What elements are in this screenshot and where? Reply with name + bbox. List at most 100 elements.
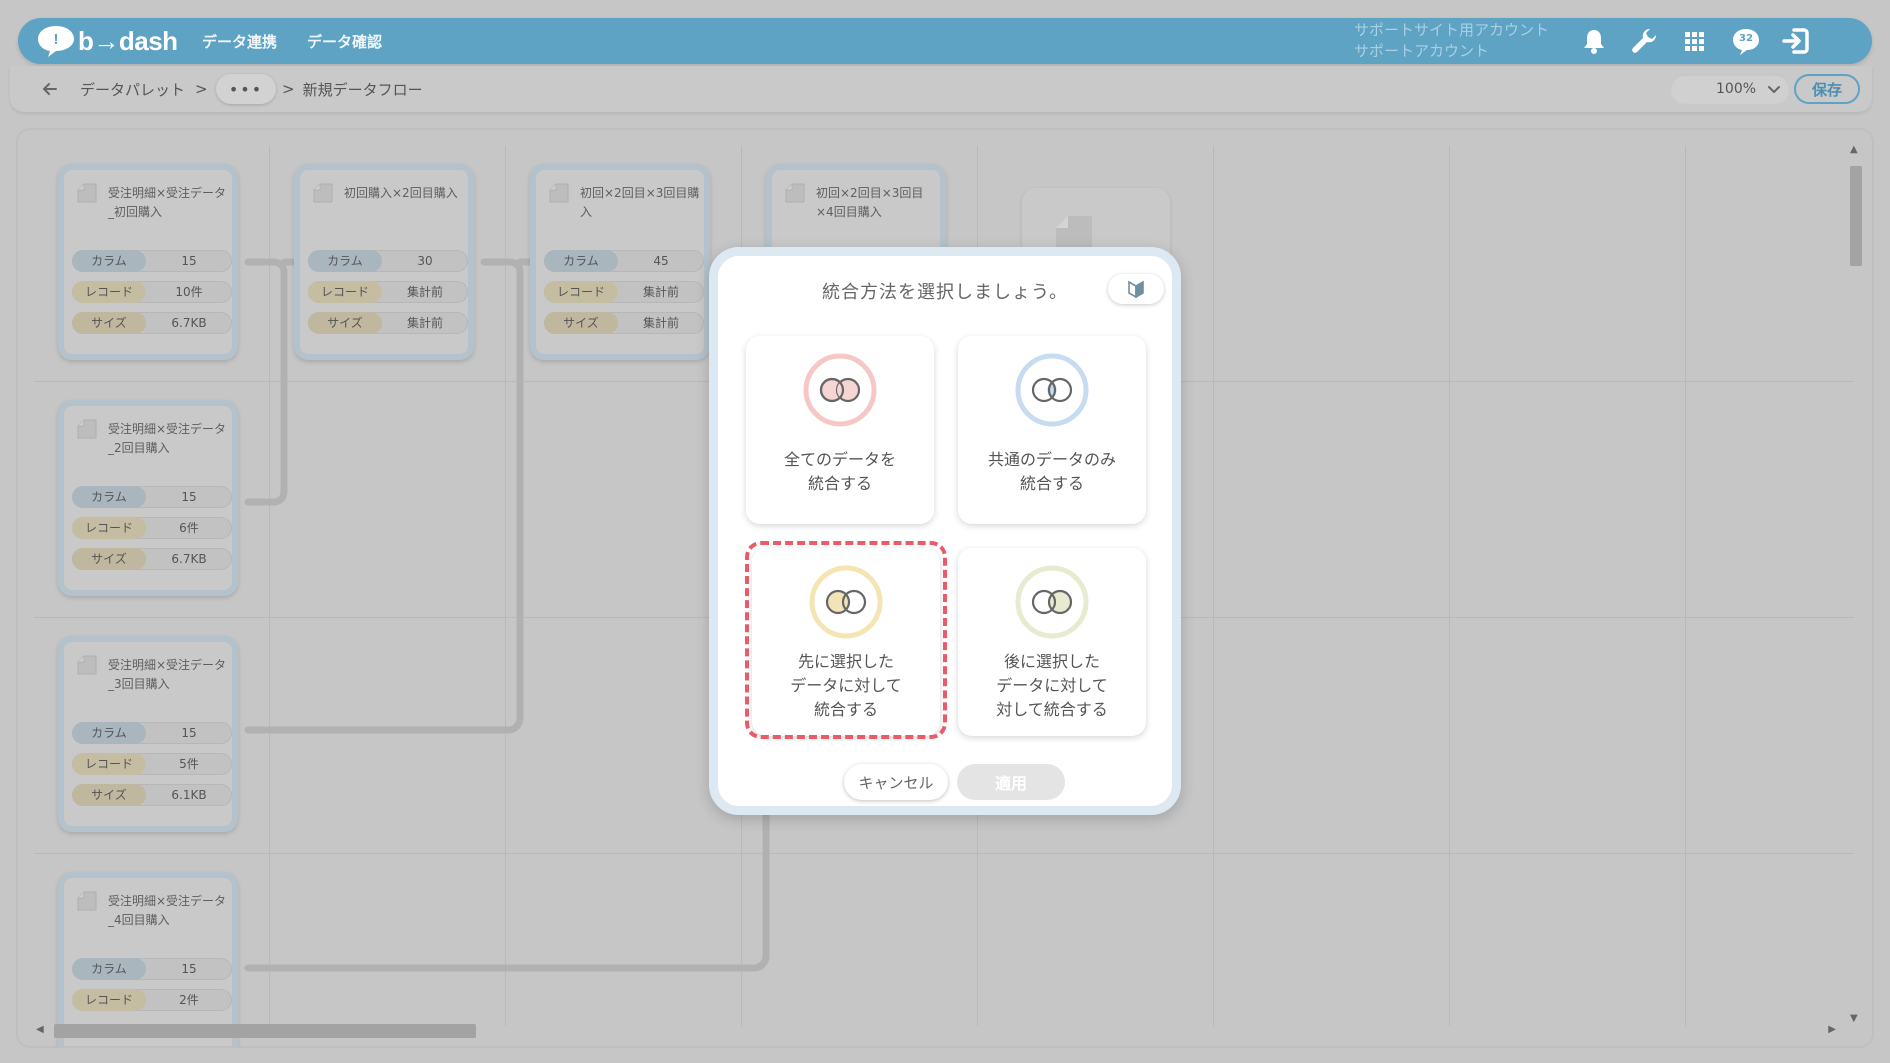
breadcrumb-separator: >: [282, 80, 295, 98]
scroll-left-icon[interactable]: ◀: [36, 1024, 44, 1035]
node-title: 受注明細×受注データ_3回目購入: [108, 658, 227, 691]
column-count: カラム 15: [72, 250, 232, 272]
option-label-line: 共通のデータのみ: [987, 450, 1116, 469]
option-label-line: 統合する: [1019, 474, 1084, 493]
horizontal-scroll-thumb[interactable]: [54, 1024, 476, 1038]
option-label: 共通のデータのみ 統合する: [958, 448, 1146, 496]
column-value: 15: [181, 254, 197, 268]
size-value: 集計前: [642, 316, 679, 330]
size-label: サイズ: [544, 312, 618, 334]
file-icon: [77, 183, 97, 203]
scroll-down-icon[interactable]: ▼: [1850, 1013, 1858, 1024]
record-count: レコード 6件: [72, 517, 232, 539]
data-node[interactable]: 受注明細×受注データ_3回目購入 カラム 15 レコード 5件 サイズ 6.1KB: [58, 636, 238, 832]
option-label-line: 全てのデータを: [783, 450, 896, 469]
logo-text: b→dash: [78, 25, 178, 56]
vertical-scrollbar[interactable]: ▲ ▼: [1848, 144, 1862, 1024]
svg-text:!: !: [54, 31, 59, 48]
data-node[interactable]: 受注明細×受注データ_4回目購入 カラム 15 レコード 2件: [58, 872, 238, 1046]
node-title: 受注明細×受注データ_初回購入: [108, 186, 227, 219]
back-arrow-icon[interactable]: [40, 79, 60, 99]
column-value: 15: [181, 962, 197, 976]
record-value: 6件: [179, 521, 199, 535]
record-label: レコード: [72, 281, 146, 303]
data-node[interactable]: 初回購入×2回目購入 カラム 30 レコード 集計前 サイズ 集計前: [294, 164, 474, 360]
record-count: レコード 5件: [72, 753, 232, 775]
account-name: サポートサイト用アカウント: [1354, 21, 1550, 39]
zoom-select[interactable]: 100%: [1670, 74, 1790, 104]
file-icon: [785, 183, 805, 203]
help-button[interactable]: [1108, 274, 1164, 304]
file-icon: [313, 183, 333, 203]
record-label: レコード: [72, 989, 146, 1011]
size-value: 集計前: [406, 316, 443, 330]
breadcrumb-separator: >: [195, 80, 208, 98]
selection-highlight: [745, 541, 947, 739]
column-count: カラム 15: [72, 958, 232, 980]
data-size: サイズ 6.1KB: [72, 784, 232, 806]
data-size: サイズ 集計前: [544, 312, 704, 334]
top-navigation-bar: ! b→dash データ連携 データ確認 サポートサイト用アカウント サポートア…: [18, 18, 1872, 64]
record-label: レコード: [544, 281, 618, 303]
scroll-up-icon[interactable]: ▲: [1850, 144, 1858, 155]
record-value: 5件: [179, 757, 199, 771]
column-count: カラム 45: [544, 250, 704, 272]
file-icon: [549, 183, 569, 203]
node-title: 初回×2回目×3回目×4回目購入: [816, 186, 924, 219]
logout-icon[interactable]: [1780, 25, 1812, 57]
size-value: 6.7KB: [171, 316, 207, 330]
right-join-icon: [1015, 565, 1089, 639]
nav-data-check[interactable]: データ確認: [307, 31, 382, 52]
data-size: サイズ 6.7KB: [72, 548, 232, 570]
file-icon: [77, 891, 97, 911]
main-nav: データ連携 データ確認: [202, 18, 382, 64]
data-node[interactable]: 初回×2回目×3回目購入 カラム 45 レコード集計前 サイズ 集計前: [530, 164, 710, 360]
record-label: レコード: [72, 753, 146, 775]
account-info[interactable]: サポートサイト用アカウント サポートアカウント: [1354, 20, 1549, 62]
data-node[interactable]: 受注明細×受注データ_初回購入 カラム 15 レコード 10件 サイズ 6.7KB: [58, 164, 238, 360]
column-count: カラム 15: [72, 486, 232, 508]
wrench-icon[interactable]: [1628, 25, 1660, 57]
record-label: レコード: [72, 517, 146, 539]
node-title: 受注明細×受注データ_2回目購入: [108, 422, 227, 455]
nav-data-integration[interactable]: データ連携: [202, 31, 277, 52]
node-title: 初回×2回目×3回目購入: [580, 186, 700, 219]
file-icon: [77, 419, 97, 439]
column-value: 15: [181, 490, 197, 504]
notification-badge[interactable]: 32: [1730, 25, 1762, 57]
option-label-line: データに対して: [996, 676, 1108, 695]
save-button[interactable]: 保存: [1794, 74, 1860, 104]
page-title: 新規データフロー: [302, 80, 423, 99]
chevron-down-icon: [1768, 86, 1780, 93]
apply-button[interactable]: 適用: [957, 764, 1065, 800]
scroll-right-icon[interactable]: ▶: [1828, 1024, 1836, 1035]
column-count: カラム 15: [72, 722, 232, 744]
dialog-title: 統合方法を選択しましょう。: [822, 282, 1068, 303]
bdash-logo[interactable]: ! b→dash: [36, 24, 178, 58]
apps-grid-icon[interactable]: [1678, 25, 1710, 57]
column-value: 45: [653, 254, 669, 268]
notification-count: 32: [1739, 33, 1753, 44]
breadcrumb-more-button[interactable]: •••: [216, 74, 276, 104]
horizontal-scrollbar[interactable]: ◀ ▶: [36, 1022, 1836, 1038]
data-size: サイズ 集計前: [308, 312, 468, 334]
beginner-mark-icon: [1128, 280, 1144, 298]
record-count: レコード 集計前: [308, 281, 468, 303]
breadcrumb-data-palette[interactable]: データパレット: [80, 79, 185, 100]
vertical-scroll-thumb[interactable]: [1850, 166, 1862, 266]
record-value: 2件: [179, 993, 199, 1007]
node-title: 初回購入×2回目購入: [344, 186, 458, 200]
option-merge-last-selected[interactable]: 後に選択した データに対して 対して統合する: [958, 548, 1146, 736]
column-label: カラム: [72, 486, 146, 508]
bell-icon[interactable]: [1578, 25, 1610, 57]
cancel-button[interactable]: キャンセル: [844, 764, 948, 800]
column-label: カラム: [544, 250, 618, 272]
size-label: サイズ: [72, 548, 146, 570]
node-title: 受注明細×受注データ_4回目購入: [108, 894, 227, 927]
data-node[interactable]: 受注明細×受注データ_2回目購入 カラム 15 レコード 6件 サイズ 6.7KB: [58, 400, 238, 596]
record-label: レコード: [308, 281, 382, 303]
option-merge-all[interactable]: 全てのデータを 統合する: [746, 336, 934, 524]
full-join-icon: [803, 353, 877, 427]
option-merge-common[interactable]: 共通のデータのみ 統合する: [958, 336, 1146, 524]
breadcrumb: データパレット >: [80, 66, 208, 112]
